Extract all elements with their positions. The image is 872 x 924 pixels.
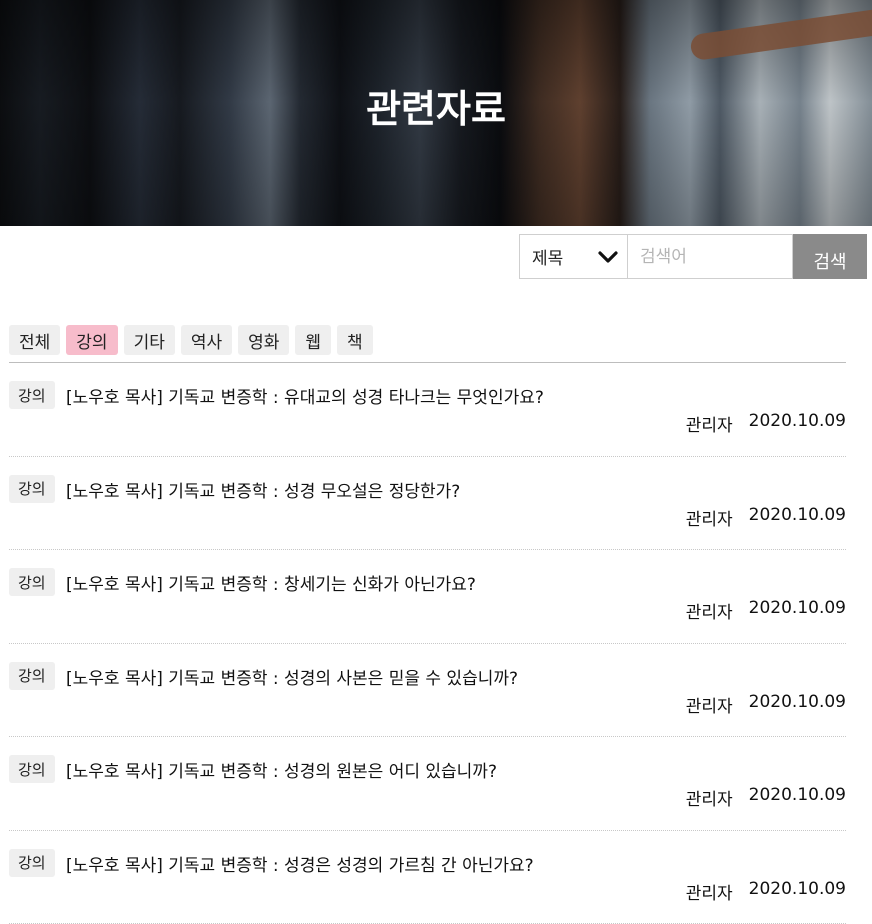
list-item: 강의 [노우호 목사] 기독교 변증학 : 성경의 원본은 어디 있습니까? 관… bbox=[9, 737, 846, 831]
post-meta: 관리자 2020.10.09 bbox=[686, 692, 846, 717]
post-author: 관리자 bbox=[686, 785, 733, 810]
post-meta: 관리자 2020.10.09 bbox=[686, 785, 846, 810]
search-bar: 제목 검색 bbox=[519, 234, 867, 279]
search-field-selected: 제목 bbox=[532, 244, 563, 269]
post-meta: 관리자 2020.10.09 bbox=[686, 598, 846, 623]
category-badge: 강의 bbox=[9, 568, 55, 596]
post-author: 관리자 bbox=[686, 598, 733, 623]
page-title: 관련자료 bbox=[0, 78, 872, 133]
search-input[interactable] bbox=[628, 234, 793, 279]
post-title-link[interactable]: [노우호 목사] 기독교 변증학 : 성경은 성경의 가르침 간 아닌가요? bbox=[66, 851, 534, 876]
category-tab-book[interactable]: 책 bbox=[337, 325, 373, 355]
post-meta: 관리자 2020.10.09 bbox=[686, 505, 846, 530]
post-date: 2020.10.09 bbox=[749, 879, 846, 904]
category-tabs: 전체 강의 기타 역사 영화 웹 책 bbox=[9, 325, 846, 363]
category-badge: 강의 bbox=[9, 662, 55, 690]
post-date: 2020.10.09 bbox=[749, 598, 846, 623]
post-title-link[interactable]: [노우호 목사] 기독교 변증학 : 성경의 사본은 믿을 수 있습니까? bbox=[66, 664, 518, 689]
list-item: 강의 [노우호 목사] 기독교 변증학 : 성경의 사본은 믿을 수 있습니까?… bbox=[9, 644, 846, 738]
category-badge: 강의 bbox=[9, 475, 55, 503]
post-date: 2020.10.09 bbox=[749, 692, 846, 717]
list-item: 강의 [노우호 목사] 기독교 변증학 : 성경 무오설은 정당한가? 관리자 … bbox=[9, 457, 846, 551]
post-date: 2020.10.09 bbox=[749, 785, 846, 810]
post-title-link[interactable]: [노우호 목사] 기독교 변증학 : 창세기는 신화가 아닌가요? bbox=[66, 570, 476, 595]
category-tab-all[interactable]: 전체 bbox=[9, 325, 60, 355]
category-tab-etc[interactable]: 기타 bbox=[124, 325, 175, 355]
post-author: 관리자 bbox=[686, 692, 733, 717]
post-date: 2020.10.09 bbox=[749, 505, 846, 530]
post-title-link[interactable]: [노우호 목사] 기독교 변증학 : 성경의 원본은 어디 있습니까? bbox=[66, 757, 497, 782]
post-author: 관리자 bbox=[686, 879, 733, 904]
post-title-link[interactable]: [노우호 목사] 기독교 변증학 : 유대교의 성경 타나크는 무엇인가요? bbox=[66, 383, 544, 408]
post-author: 관리자 bbox=[686, 505, 733, 530]
category-tab-history[interactable]: 역사 bbox=[181, 325, 232, 355]
post-meta: 관리자 2020.10.09 bbox=[686, 879, 846, 904]
post-meta: 관리자 2020.10.09 bbox=[686, 411, 846, 436]
post-date: 2020.10.09 bbox=[749, 411, 846, 436]
chevron-down-icon bbox=[597, 247, 619, 267]
category-tab-movie[interactable]: 영화 bbox=[238, 325, 289, 355]
list-item: 강의 [노우호 목사] 기독교 변증학 : 성경은 성경의 가르침 간 아닌가요… bbox=[9, 831, 846, 924]
category-tab-web[interactable]: 웹 bbox=[295, 325, 331, 355]
post-list: 강의 [노우호 목사] 기독교 변증학 : 유대교의 성경 타나크는 무엇인가요… bbox=[9, 363, 846, 924]
category-badge: 강의 bbox=[9, 381, 55, 409]
list-item: 강의 [노우호 목사] 기독교 변증학 : 유대교의 성경 타나크는 무엇인가요… bbox=[9, 363, 846, 457]
search-field-select[interactable]: 제목 bbox=[519, 234, 628, 279]
post-title-link[interactable]: [노우호 목사] 기독교 변증학 : 성경 무오설은 정당한가? bbox=[66, 477, 460, 502]
category-tab-lecture[interactable]: 강의 bbox=[66, 325, 117, 355]
category-badge: 강의 bbox=[9, 755, 55, 783]
hero-banner: 관련자료 bbox=[0, 0, 872, 226]
category-badge: 강의 bbox=[9, 849, 55, 877]
post-author: 관리자 bbox=[686, 411, 733, 436]
search-button[interactable]: 검색 bbox=[793, 234, 867, 279]
list-item: 강의 [노우호 목사] 기독교 변증학 : 창세기는 신화가 아닌가요? 관리자… bbox=[9, 550, 846, 644]
